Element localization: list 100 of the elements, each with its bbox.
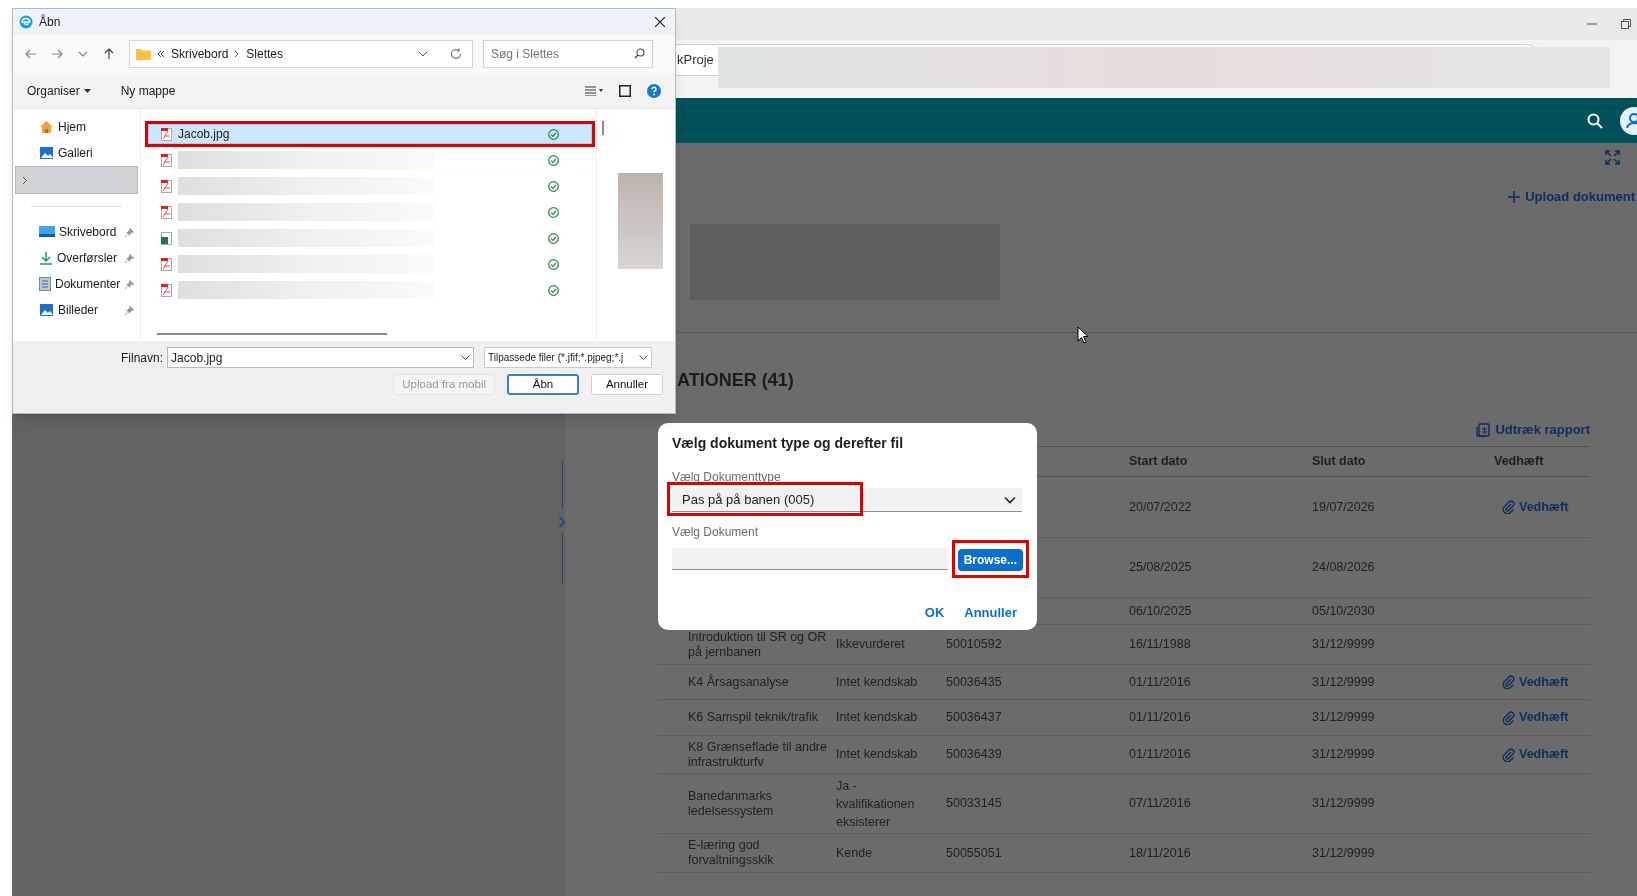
check-circle-icon bbox=[548, 128, 559, 140]
chevron-down-icon bbox=[1004, 495, 1016, 504]
expand-icon[interactable] bbox=[1605, 150, 1620, 165]
table-cell: 50010592 bbox=[946, 637, 1002, 651]
spreadsheet-file-icon bbox=[161, 231, 172, 245]
filename-label: Filnavn: bbox=[121, 349, 164, 367]
restore-icon[interactable] bbox=[1621, 19, 1631, 29]
search-icon[interactable] bbox=[634, 48, 645, 59]
browser-logo-icon bbox=[19, 15, 33, 29]
table-cell: Ikkevurderet bbox=[836, 637, 905, 651]
table-cell: 31/12/9999 bbox=[1312, 796, 1375, 810]
file-row[interactable]: Jacob.jpg bbox=[148, 124, 592, 144]
chevron-down-icon bbox=[461, 355, 471, 360]
nav-item[interactable]: Overførsler bbox=[13, 245, 140, 271]
table-cell: 50033145 bbox=[946, 796, 1002, 810]
monitor-icon bbox=[39, 226, 55, 238]
pdf-file-icon bbox=[161, 283, 172, 297]
table-cell: E-læring god forvaltningsskik bbox=[688, 838, 774, 867]
table-cell: 50055051 bbox=[946, 845, 1002, 860]
file-input-field[interactable] bbox=[672, 548, 948, 570]
nav-item[interactable]: Hjem bbox=[13, 114, 140, 140]
pdf-file-icon bbox=[161, 257, 172, 271]
dialog-button[interactable]: OK bbox=[924, 603, 945, 623]
table-cell: Intet kendskab bbox=[836, 710, 918, 724]
table-cell: K6 Samspil teknik/trafik bbox=[688, 710, 818, 724]
dialog-button[interactable]: Åbn bbox=[507, 374, 579, 395]
check-circle-icon bbox=[548, 232, 559, 244]
table-cell-text: Ja - kvalifikationen eksisterer bbox=[836, 777, 916, 831]
browse-button[interactable]: Browse... bbox=[957, 549, 1023, 571]
chevron-down-icon[interactable] bbox=[418, 51, 428, 57]
house-icon bbox=[39, 120, 54, 134]
nav-item[interactable]: Dokumenter bbox=[13, 271, 140, 297]
pin-icon[interactable] bbox=[125, 305, 134, 315]
caret-icon bbox=[83, 88, 91, 93]
search-field[interactable]: Søg i Slettes bbox=[483, 40, 653, 68]
check-circle-icon bbox=[548, 284, 559, 296]
plus-icon bbox=[1508, 191, 1521, 203]
table-cell: K4 Årsagsanalyse bbox=[688, 674, 789, 689]
organize-menu-button[interactable]: Organiser bbox=[27, 81, 91, 100]
refresh-icon[interactable] bbox=[450, 48, 462, 60]
table-cell: 50036439 bbox=[946, 747, 1002, 761]
table-cell: 31/12/9999 bbox=[1312, 674, 1375, 689]
check-circle-icon bbox=[548, 154, 559, 166]
vertical-scrollbar[interactable] bbox=[602, 121, 604, 135]
table-cell: Kende bbox=[836, 845, 873, 860]
chevron-right-icon bbox=[234, 50, 241, 58]
chevron-down-icon bbox=[639, 355, 649, 360]
table-cell: Banedanmarks ledelsessystem bbox=[688, 788, 774, 818]
dialog-title: Åbn bbox=[39, 13, 62, 31]
nav-item[interactable]: Skrivebord bbox=[13, 219, 140, 245]
pin-icon[interactable] bbox=[125, 253, 134, 263]
pdf-file-icon bbox=[161, 179, 172, 193]
preview-pane-icon[interactable] bbox=[619, 84, 631, 97]
help-icon[interactable] bbox=[647, 83, 661, 98]
column-header: Slut dato bbox=[1312, 454, 1366, 469]
table-cell: 50036437 bbox=[946, 710, 1002, 724]
close-icon[interactable] bbox=[655, 17, 665, 27]
table-cell: Intet kendskab bbox=[836, 674, 918, 689]
new-folder-button[interactable]: Ny mappe bbox=[120, 81, 176, 100]
check-circle-icon bbox=[548, 206, 559, 218]
breadcrumb-item[interactable]: Skrivebord bbox=[171, 45, 229, 63]
table-cell: 20/07/2022 bbox=[1129, 499, 1192, 514]
dialog-button[interactable]: Annuller bbox=[591, 374, 663, 395]
filename-field[interactable]: Jacob.jpg bbox=[167, 347, 475, 368]
search-icon[interactable] bbox=[1587, 112, 1603, 129]
nav-item[interactable]: Galleri bbox=[13, 140, 140, 166]
document-type-select[interactable]: Pas på på banen (005) bbox=[672, 488, 1022, 512]
table-cell: 31/12/9999 bbox=[1312, 710, 1375, 724]
picture-icon bbox=[39, 146, 54, 160]
table-cell: 07/11/2016 bbox=[1129, 796, 1191, 810]
nav-item[interactable]: Billeder bbox=[13, 297, 140, 323]
breadcrumb-bar[interactable]: Skrivebord Slettes bbox=[129, 40, 473, 68]
horizontal-scrollbar[interactable] bbox=[157, 333, 387, 335]
paperclip-icon bbox=[1502, 710, 1515, 725]
chevron-right-icon[interactable] bbox=[22, 175, 28, 185]
table-cell: K8 Grænseflade til andre infrastrukturfv bbox=[688, 739, 827, 769]
pdf-file-icon bbox=[161, 153, 172, 167]
file-type-select[interactable]: Tilpassede filer (*.jfif;*.pjpeg;*.j bbox=[484, 347, 653, 368]
table-cell: Intet kendskab bbox=[836, 747, 918, 761]
table-cell: 31/12/9999 bbox=[1312, 845, 1375, 860]
pin-icon[interactable] bbox=[125, 227, 134, 237]
paperclip-icon bbox=[1502, 500, 1515, 514]
back-arrow-icon[interactable] bbox=[25, 48, 37, 60]
table-cell: 19/07/2026 bbox=[1312, 499, 1375, 514]
pin-icon[interactable] bbox=[125, 279, 134, 289]
breadcrumb-item[interactable]: Slettes bbox=[246, 45, 284, 63]
forward-arrow-icon[interactable] bbox=[51, 48, 63, 60]
up-arrow-icon[interactable] bbox=[103, 48, 115, 60]
dialog-button[interactable]: Annuller bbox=[964, 603, 1017, 623]
spreadsheet-icon bbox=[1476, 423, 1491, 437]
column-header: Start dato bbox=[1129, 454, 1188, 469]
paperclip-icon bbox=[1502, 747, 1515, 762]
table-cell: 01/11/2016 bbox=[1129, 747, 1191, 761]
column-header: Vedhæft bbox=[1494, 454, 1544, 469]
field-label: Vælg Dokument bbox=[672, 525, 759, 539]
table-cell: 06/10/2025 bbox=[1129, 603, 1192, 618]
check-circle-icon bbox=[548, 258, 559, 270]
view-options-icon[interactable] bbox=[585, 85, 603, 96]
folder-icon bbox=[136, 48, 151, 60]
pdf-file-icon bbox=[161, 205, 172, 219]
